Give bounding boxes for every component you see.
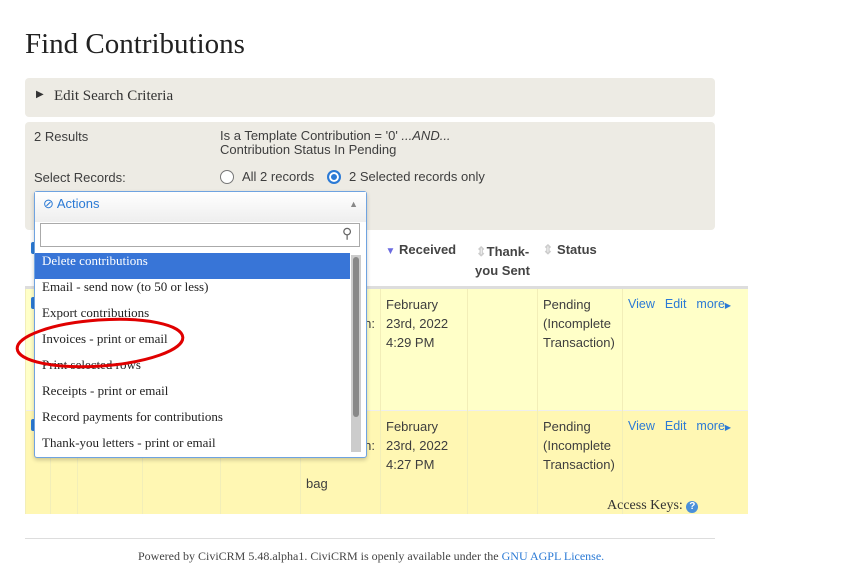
t: 23rd, 2022	[386, 438, 449, 453]
access-keys-label: Access Keys:	[607, 498, 683, 513]
t: Transaction)	[543, 335, 615, 350]
help-icon[interactable]: ?	[686, 501, 699, 513]
search-icon: ⚲	[342, 225, 353, 241]
results-count: 2 Results	[34, 129, 89, 144]
footer: Powered by CiviCRM 5.48.alpha1. CiviCRM …	[138, 549, 614, 564]
received-cell: February 23rd, 2022 4:27 PM	[380, 410, 468, 514]
t: February	[386, 419, 439, 434]
query-line1: Is a Template Contribution = '0'	[220, 128, 402, 143]
select-records-label: Select Records:	[34, 170, 126, 185]
action-option[interactable]: Delete contributions	[35, 253, 350, 279]
action-option[interactable]: Record payments for contributions	[35, 409, 350, 435]
action-option[interactable]: Thank-you letters - print or email	[35, 435, 350, 461]
sort-icon: ⇕	[542, 242, 554, 257]
radio-icon[interactable]	[220, 170, 234, 184]
radio-selected-records[interactable]: 2 Selected records only	[327, 169, 485, 184]
radio-all-records[interactable]: All 2 records	[220, 169, 314, 184]
header-label: Received	[399, 242, 457, 257]
header-label: Status	[557, 242, 597, 257]
t: Transaction)	[543, 457, 615, 472]
edit-search-criteria[interactable]: ▶ Edit Search Criteria	[25, 78, 715, 117]
caret-right-icon: ▶	[724, 423, 732, 432]
sort-desc-icon: ▼	[385, 246, 396, 257]
caret-up-icon: ▲	[349, 199, 358, 209]
access-keys[interactable]: Access Keys: ?	[607, 498, 699, 514]
divider	[25, 538, 715, 539]
scrollbar-thumb[interactable]	[353, 257, 359, 417]
check-circle-icon: ⊘	[43, 196, 54, 211]
more-link[interactable]: more▶	[696, 419, 731, 433]
t: February	[386, 297, 439, 312]
radio-checked-icon[interactable]	[327, 170, 341, 184]
t: Pending	[543, 419, 591, 434]
view-link[interactable]: View	[628, 419, 655, 433]
action-option[interactable]: Email - send now (to 50 or less)	[35, 279, 350, 305]
t: Pending	[543, 297, 591, 312]
footer-text: Powered by CiviCRM 5.48.alpha1. CiviCRM …	[138, 549, 502, 563]
t: (Incomplete	[543, 438, 611, 453]
query-and: ...AND...	[401, 128, 451, 143]
annotation-circle	[15, 317, 185, 369]
actions-search-input[interactable]	[40, 223, 360, 247]
header-status[interactable]: ⇕ Status	[538, 240, 623, 288]
query-line2: Contribution Status In Pending	[220, 142, 397, 157]
edit-link[interactable]: Edit	[665, 297, 687, 311]
criteria-label: Edit Search Criteria	[54, 88, 174, 104]
header-received[interactable]: ▼ Received	[381, 240, 468, 288]
more-link[interactable]: more▶	[696, 297, 731, 311]
partial-cell: bag	[306, 476, 328, 491]
sort-icon: ⇕	[475, 244, 487, 259]
status-cell: Pending (Incomplete Transaction)	[537, 286, 623, 411]
query-description: Is a Template Contribution = '0' ...AND.…	[220, 129, 451, 157]
edit-link[interactable]: Edit	[665, 419, 687, 433]
more-label: more	[696, 419, 725, 433]
header-thankyou[interactable]: ⇕Thank-you Sent	[468, 240, 538, 288]
action-option[interactable]: Receipts - print or email	[35, 383, 350, 409]
more-label: more	[696, 297, 725, 311]
radio-label: All 2 records	[242, 169, 315, 184]
t: (Incomplete	[543, 316, 611, 331]
radio-label: 2 Selected records only	[349, 169, 485, 184]
page-title: Find Contributions	[25, 28, 245, 60]
license-link[interactable]: GNU AGPL License.	[502, 549, 605, 563]
caret-right-icon: ▶	[724, 301, 732, 310]
received-cell: February 23rd, 2022 4:29 PM	[380, 286, 468, 411]
actions-select[interactable]: ⊘ Actions ▲	[35, 192, 366, 222]
t: 23rd, 2022	[386, 316, 449, 331]
t: 4:27 PM	[386, 457, 435, 472]
view-link[interactable]: View	[628, 297, 655, 311]
t: 4:29 PM	[386, 335, 435, 350]
triangle-right-icon: ▶	[36, 89, 44, 100]
actions-label: Actions	[56, 196, 100, 211]
